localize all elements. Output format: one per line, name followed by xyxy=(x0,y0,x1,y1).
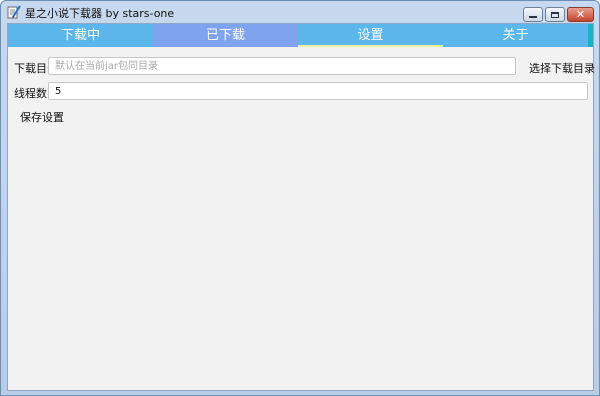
tab-downloading[interactable]: 下载中 xyxy=(8,24,153,47)
download-dir-input[interactable] xyxy=(48,57,516,75)
maximize-icon xyxy=(551,11,559,18)
maximize-button[interactable] xyxy=(545,7,565,22)
main-content: 下载中 已下载 设置 关于 下载目录 选择下载目录 线程数 保存设置 xyxy=(7,23,595,391)
close-button[interactable]: ✕ xyxy=(567,7,594,22)
tab-about[interactable]: 关于 xyxy=(443,24,588,47)
minimize-icon xyxy=(529,15,537,18)
thread-count-label: 线程数 xyxy=(14,87,47,100)
window-title: 星之小说下载器 by stars-one xyxy=(25,7,175,20)
minimize-button[interactable] xyxy=(523,7,543,22)
tab-bar: 下载中 已下载 设置 关于 xyxy=(8,24,593,47)
choose-download-dir-button[interactable]: 选择下载目录 xyxy=(529,60,595,76)
title-bar[interactable]: 星之小说下载器 by stars-one ✕ xyxy=(1,1,599,23)
close-icon: ✕ xyxy=(575,8,586,21)
tab-bar-edge xyxy=(588,24,593,47)
app-logo-icon xyxy=(7,5,21,19)
save-settings-button[interactable]: 保存设置 xyxy=(20,109,64,125)
thread-count-input[interactable] xyxy=(48,82,588,100)
tab-settings[interactable]: 设置 xyxy=(298,24,443,47)
tab-downloaded[interactable]: 已下载 xyxy=(153,24,298,47)
app-window: 星之小说下载器 by stars-one ✕ 下载中 已下载 设置 关于 下载目… xyxy=(0,0,600,396)
